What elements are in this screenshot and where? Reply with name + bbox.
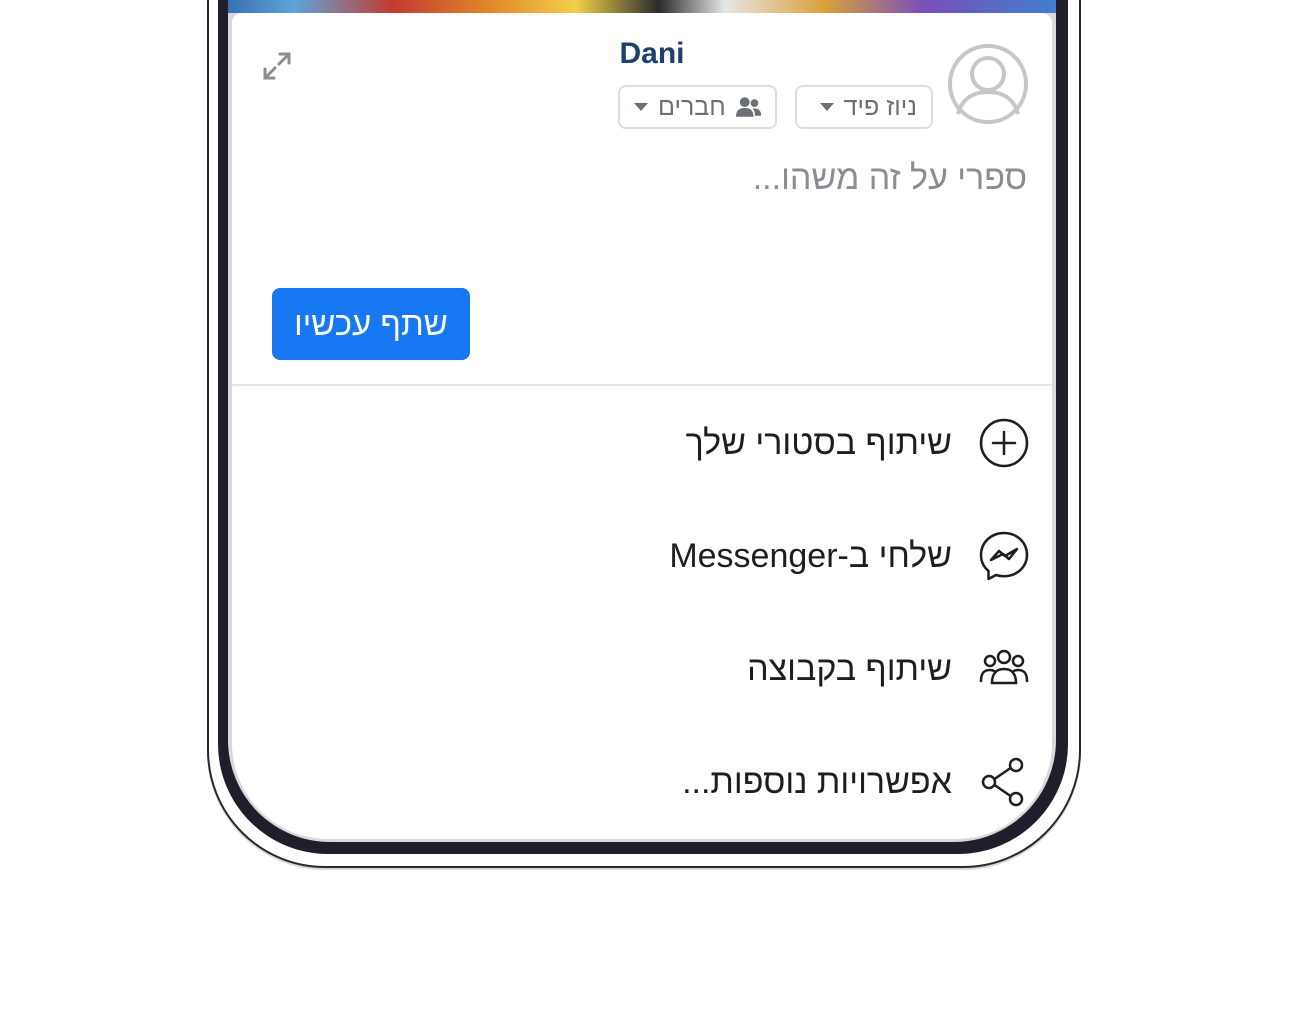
send-in-messenger-option[interactable]: שלחי ב-Messenger bbox=[669, 526, 1030, 586]
phone-screen: Dani ניוז פיד חברים ספרי על זה משהו... ש… bbox=[228, 0, 1056, 842]
plus-circle-icon bbox=[979, 418, 1029, 468]
more-options-label: אפשרויות נוספות... bbox=[682, 762, 952, 801]
privacy-selector[interactable]: חברים bbox=[618, 85, 777, 129]
share-to-group-option[interactable]: שיתוף בקבוצה bbox=[747, 639, 1030, 699]
background-image bbox=[228, 0, 1056, 13]
share-to-story-label: שיתוף בסטורי שלך bbox=[685, 423, 952, 462]
divider bbox=[232, 384, 1052, 386]
destination-label: ניוז פיד bbox=[843, 92, 917, 121]
share-to-group-label: שיתוף בקבוצה bbox=[747, 649, 952, 688]
share-now-button[interactable]: שתף עכשיו bbox=[272, 288, 470, 360]
messenger-icon bbox=[979, 531, 1029, 581]
chevron-down-icon bbox=[819, 103, 834, 111]
group-icon bbox=[979, 649, 1029, 685]
share-to-story-option[interactable]: שיתוף בסטורי שלך bbox=[686, 413, 1030, 473]
destination-selector[interactable]: ניוז פיד bbox=[795, 85, 933, 129]
send-in-messenger-label: שלחי ב-Messenger bbox=[669, 536, 952, 575]
compose-input[interactable]: ספרי על זה משהו... bbox=[427, 159, 1027, 198]
share-sheet: Dani ניוז פיד חברים ספרי על זה משהו... ש… bbox=[232, 13, 1052, 839]
expand-icon[interactable] bbox=[260, 49, 294, 83]
friends-icon bbox=[735, 97, 761, 117]
share-icon bbox=[981, 757, 1024, 807]
avatar[interactable] bbox=[948, 44, 1028, 124]
more-options-option[interactable]: אפשרויות נוספות... bbox=[682, 752, 1030, 812]
privacy-label: חברים bbox=[658, 92, 726, 121]
user-name[interactable]: Dani bbox=[572, 37, 732, 71]
chevron-down-icon bbox=[634, 103, 648, 111]
